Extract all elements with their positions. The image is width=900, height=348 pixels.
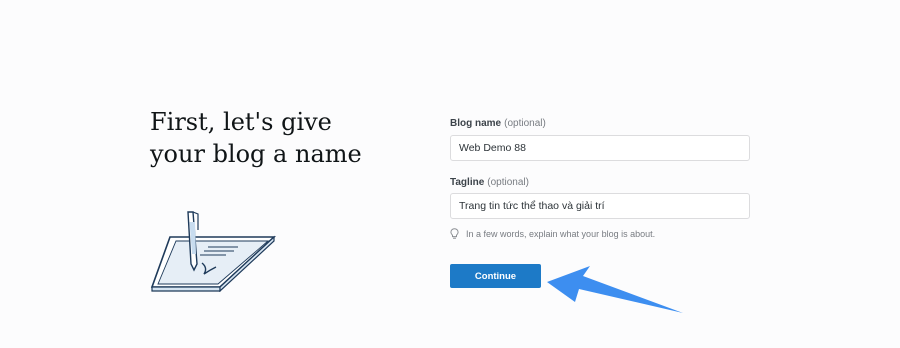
tagline-input[interactable]	[450, 193, 750, 219]
tagline-label-text: Tagline	[450, 177, 485, 188]
tagline-label: Tagline (optional)	[450, 177, 529, 188]
blog-name-label-text: Blog name	[450, 118, 502, 129]
tagline-hint-text: In a few words, explain what your blog i…	[466, 229, 656, 239]
lightbulb-icon	[450, 228, 459, 239]
blog-name-optional-text: (optional)	[504, 118, 546, 129]
pen-and-paper-illustration	[150, 211, 277, 292]
page-title-line-2: your blog a name	[150, 140, 362, 168]
page-title-line-1: First, let's give	[150, 108, 332, 136]
tagline-optional-text: (optional)	[487, 177, 529, 188]
continue-button[interactable]: Continue	[450, 264, 541, 288]
page-title: First, let's give your blog a name	[150, 106, 362, 170]
blog-name-input[interactable]	[450, 135, 750, 161]
pointer-arrow-icon	[547, 266, 683, 313]
tagline-hint: In a few words, explain what your blog i…	[450, 228, 655, 240]
blog-name-label: Blog name (optional)	[450, 118, 546, 129]
